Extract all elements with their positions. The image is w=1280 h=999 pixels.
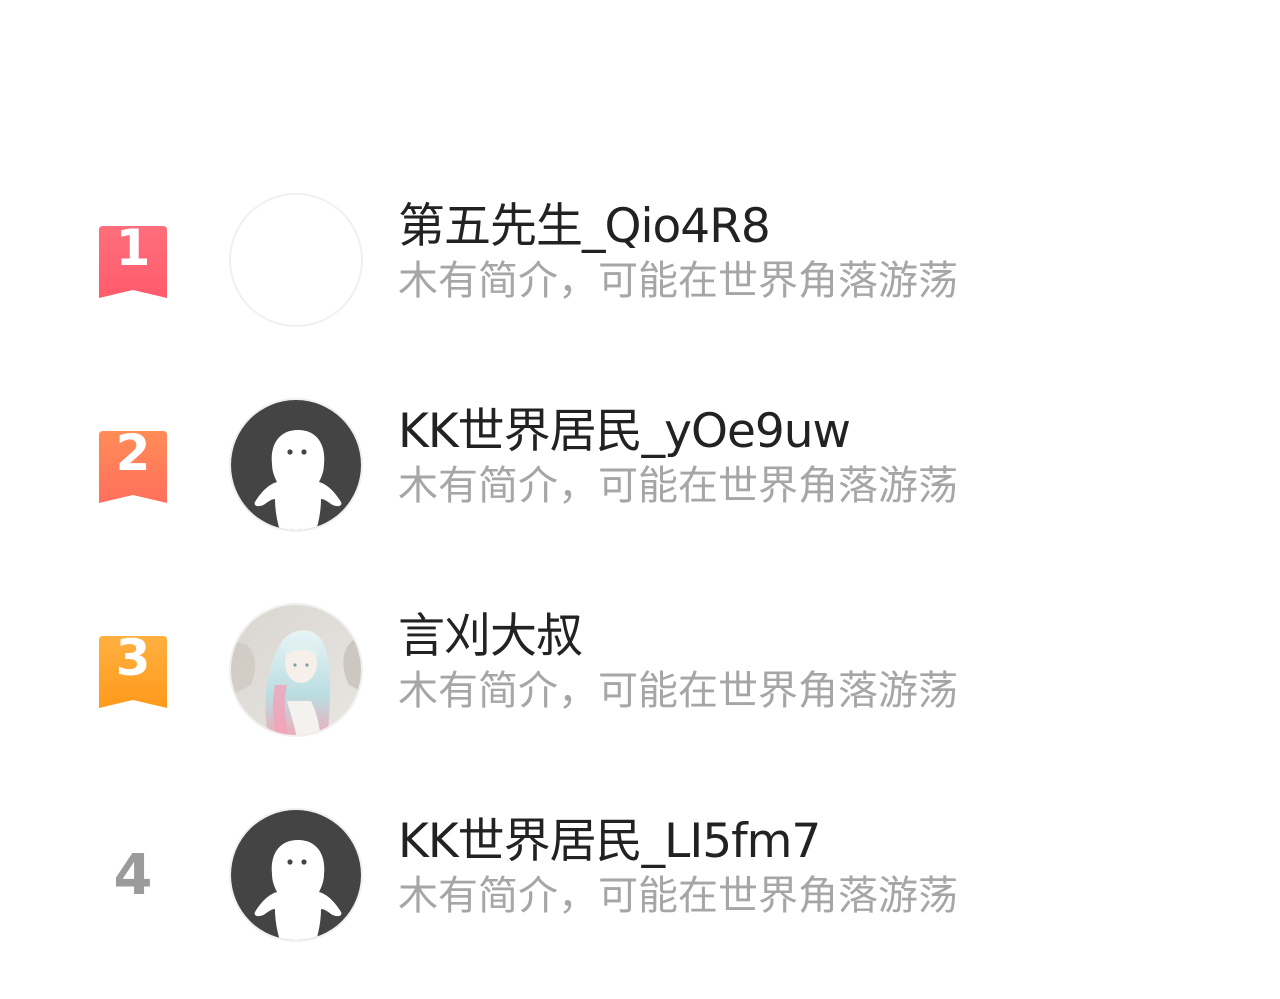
- user-bio: 木有简介，可能在世界角落游荡: [398, 668, 958, 714]
- user-bio: 木有简介，可能在世界角落游荡: [398, 258, 958, 304]
- user-bio: 木有简介，可能在世界角落游荡: [398, 873, 958, 919]
- user-name[interactable]: 第五先生_Qio4R8: [398, 196, 1198, 258]
- rank-number: 4: [113, 843, 153, 908]
- user-name[interactable]: KK世界居民_yOe9uw: [398, 401, 1198, 463]
- rank-badge: 3: [99, 629, 167, 708]
- ghost-avatar-icon: [231, 810, 361, 940]
- avatar[interactable]: [229, 193, 363, 327]
- ranking-list: 1 第五先生_Qio4R8 木有简介，可能在世界角落游荡 2 KK世界居民_yO…: [0, 0, 1280, 999]
- list-item[interactable]: 3 言刈大叔 木有简介，可能在世界角落游荡: [0, 601, 1280, 741]
- user-bio: 木有简介，可能在世界角落游荡: [398, 463, 958, 509]
- anime-girl-avatar-icon: [231, 605, 361, 735]
- user-name[interactable]: 言刈大叔: [398, 606, 1198, 668]
- rank-number: 1: [115, 219, 151, 277]
- avatar[interactable]: [229, 603, 363, 737]
- list-item[interactable]: 4 KK世界居民_LI5fm7 木有简介，可能在世界角落游荡: [0, 806, 1280, 946]
- blank-avatar-icon: [231, 195, 361, 325]
- user-name[interactable]: KK世界居民_LI5fm7: [398, 811, 1198, 873]
- rank-number: 2: [115, 424, 151, 482]
- ghost-avatar-icon: [231, 400, 361, 530]
- list-item[interactable]: 2 KK世界居民_yOe9uw 木有简介，可能在世界角落游荡: [0, 396, 1280, 536]
- list-item[interactable]: 1 第五先生_Qio4R8 木有简介，可能在世界角落游荡: [0, 191, 1280, 331]
- rank-number: 3: [115, 629, 151, 687]
- avatar[interactable]: [229, 808, 363, 942]
- rank-badge: 2: [99, 424, 167, 503]
- avatar[interactable]: [229, 398, 363, 532]
- rank-badge: 1: [99, 219, 167, 298]
